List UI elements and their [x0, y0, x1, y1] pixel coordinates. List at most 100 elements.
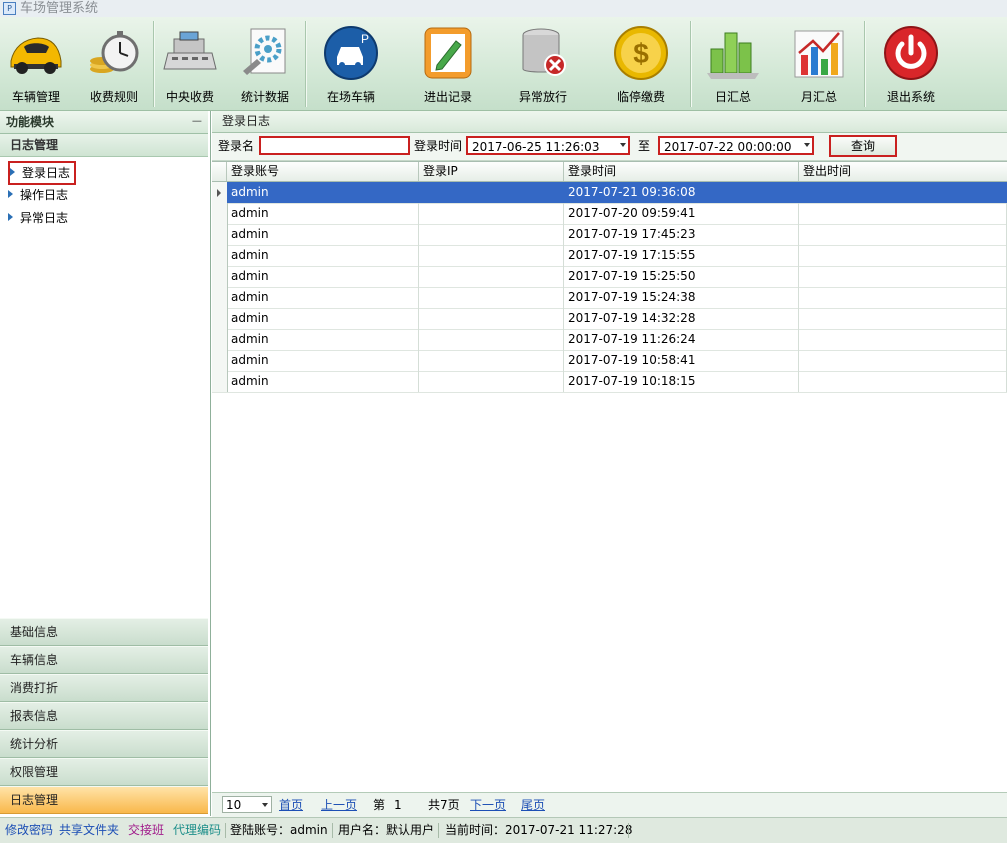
table-row[interactable]: admin 2017-07-19 14:32:28 — [212, 308, 1007, 330]
sidebar-item-operation-log[interactable]: 操作日志 — [8, 185, 68, 205]
table-row[interactable]: admin 2017-07-19 11:26:24 — [212, 329, 1007, 351]
next-page-link[interactable]: 下一页 — [470, 797, 506, 813]
cell-account[interactable]: admin — [227, 266, 419, 287]
toolbar-abnormal-release-button[interactable]: 异常放行 — [503, 17, 583, 110]
cell-logout[interactable] — [799, 224, 1007, 245]
chevron-down-icon[interactable] — [262, 803, 268, 807]
sidebar-group-statistics[interactable]: 统计分析 — [0, 730, 208, 758]
cell-login[interactable]: 2017-07-20 09:59:41 — [564, 203, 799, 224]
row-indicator[interactable] — [212, 203, 228, 224]
cell-logout[interactable] — [799, 182, 1007, 203]
cell-account[interactable]: admin — [227, 329, 419, 350]
chevron-down-icon[interactable] — [620, 143, 626, 147]
row-indicator[interactable] — [212, 182, 228, 203]
cell-ip[interactable] — [419, 287, 564, 308]
table-row[interactable]: admin 2017-07-19 15:24:38 — [212, 287, 1007, 309]
cell-logout[interactable] — [799, 287, 1007, 308]
sidebar-group-basic-info[interactable]: 基础信息 — [0, 618, 208, 646]
cell-logout[interactable] — [799, 371, 1007, 392]
cell-login[interactable]: 2017-07-19 17:45:23 — [564, 224, 799, 245]
sidebar-item-login-log[interactable]: 登录日志 — [8, 161, 77, 185]
change-password-link[interactable]: 修改密码 — [5, 818, 53, 843]
sidebar-group-report-info[interactable]: 报表信息 — [0, 702, 208, 730]
table-row[interactable]: admin 2017-07-19 15:25:50 — [212, 266, 1007, 288]
cell-ip[interactable] — [419, 203, 564, 224]
cell-logout[interactable] — [799, 350, 1007, 371]
column-header-ip[interactable]: 登录IP — [419, 162, 564, 181]
pin-icon[interactable]: ᅳ — [192, 111, 202, 133]
toolbar-exit-system-button[interactable]: 退出系统 — [869, 17, 953, 110]
first-page-link[interactable]: 首页 — [279, 797, 303, 813]
cell-login[interactable]: 2017-07-19 14:32:28 — [564, 308, 799, 329]
cell-login[interactable]: 2017-07-19 11:26:24 — [564, 329, 799, 350]
row-indicator[interactable] — [212, 224, 228, 245]
table-row[interactable]: admin 2017-07-19 10:58:41 — [212, 350, 1007, 372]
sidebar-group-vehicle-info[interactable]: 车辆信息 — [0, 646, 208, 674]
agent-code-link[interactable]: 代理编码 — [173, 818, 221, 843]
login-time-to-picker[interactable]: 2017-07-22 00:00:00 — [658, 136, 814, 155]
cell-ip[interactable] — [419, 245, 564, 266]
cell-ip[interactable] — [419, 371, 564, 392]
cell-login[interactable]: 2017-07-21 09:36:08 — [564, 182, 799, 203]
sidebar-group-log-management[interactable]: 日志管理 — [0, 786, 208, 814]
cell-logout[interactable] — [799, 266, 1007, 287]
cell-login[interactable]: 2017-07-19 10:18:15 — [564, 371, 799, 392]
cell-account[interactable]: admin — [227, 287, 419, 308]
toolbar-charge-rules-button[interactable]: 收费规则 — [78, 17, 150, 110]
cell-account[interactable]: admin — [227, 371, 419, 392]
sidebar-group-permissions[interactable]: 权限管理 — [0, 758, 208, 786]
sidebar-open-group-header[interactable]: 日志管理 — [0, 134, 208, 157]
toolbar-statistics-button[interactable]: 统计数据 — [229, 17, 301, 110]
cell-account[interactable]: admin — [227, 245, 419, 266]
cell-ip[interactable] — [419, 266, 564, 287]
row-indicator[interactable] — [212, 266, 228, 287]
cell-ip[interactable] — [419, 350, 564, 371]
cell-account[interactable]: admin — [227, 203, 419, 224]
handover-link[interactable]: 交接班 — [128, 818, 164, 843]
cell-ip[interactable] — [419, 224, 564, 245]
cell-login[interactable]: 2017-07-19 10:58:41 — [564, 350, 799, 371]
row-indicator[interactable] — [212, 350, 228, 371]
chevron-down-icon[interactable] — [804, 143, 810, 147]
cell-ip[interactable] — [419, 308, 564, 329]
row-indicator[interactable] — [212, 329, 228, 350]
cell-login[interactable]: 2017-07-19 17:15:55 — [564, 245, 799, 266]
column-header-account[interactable]: 登录账号 — [227, 162, 419, 181]
row-indicator[interactable] — [212, 308, 228, 329]
login-time-from-picker[interactable]: 2017-06-25 11:26:03 — [466, 136, 630, 155]
cell-login[interactable]: 2017-07-19 15:24:38 — [564, 287, 799, 308]
sidebar-item-exception-log[interactable]: 异常日志 — [8, 208, 68, 228]
table-row[interactable]: admin 2017-07-19 10:18:15 — [212, 371, 1007, 393]
table-row[interactable]: admin 2017-07-20 09:59:41 — [212, 203, 1007, 225]
table-row[interactable]: admin 2017-07-19 17:45:23 — [212, 224, 1007, 246]
column-header-login-time[interactable]: 登录时间 — [564, 162, 799, 181]
cell-account[interactable]: admin — [227, 224, 419, 245]
last-page-link[interactable]: 尾页 — [521, 797, 545, 813]
shared-folder-link[interactable]: 共享文件夹 — [59, 818, 119, 843]
column-header-logout-time[interactable]: 登出时间 — [799, 162, 1007, 181]
row-indicator[interactable] — [212, 371, 228, 392]
toolbar-vehicle-management-button[interactable]: 车辆管理 — [0, 17, 72, 110]
previous-page-link[interactable]: 上一页 — [321, 797, 357, 813]
toolbar-daily-summary-button[interactable]: 日汇总 — [694, 17, 772, 110]
table-row[interactable]: admin 2017-07-21 09:36:08 — [212, 182, 1007, 204]
row-indicator[interactable] — [212, 287, 228, 308]
page-size-select[interactable]: 10 — [222, 796, 272, 813]
query-button[interactable]: 查询 — [829, 135, 897, 157]
cell-logout[interactable] — [799, 329, 1007, 350]
cell-logout[interactable] — [799, 245, 1007, 266]
cell-ip[interactable] — [419, 182, 564, 203]
cell-logout[interactable] — [799, 203, 1007, 224]
cell-account[interactable]: admin — [227, 182, 419, 203]
cell-logout[interactable] — [799, 308, 1007, 329]
toolbar-entry-exit-records-button[interactable]: 进出记录 — [408, 17, 488, 110]
cell-login[interactable]: 2017-07-19 15:25:50 — [564, 266, 799, 287]
cell-account[interactable]: admin — [227, 308, 419, 329]
table-row[interactable]: admin 2017-07-19 17:15:55 — [212, 245, 1007, 267]
toolbar-vehicles-in-lot-button[interactable]: P 在场车辆 — [311, 17, 391, 110]
row-indicator[interactable] — [212, 245, 228, 266]
toolbar-temporary-parking-payment-button[interactable]: $ 临停缴费 — [601, 17, 681, 110]
toolbar-monthly-summary-button[interactable]: 月汇总 — [779, 17, 859, 110]
login-name-input[interactable] — [259, 136, 410, 155]
cell-ip[interactable] — [419, 329, 564, 350]
